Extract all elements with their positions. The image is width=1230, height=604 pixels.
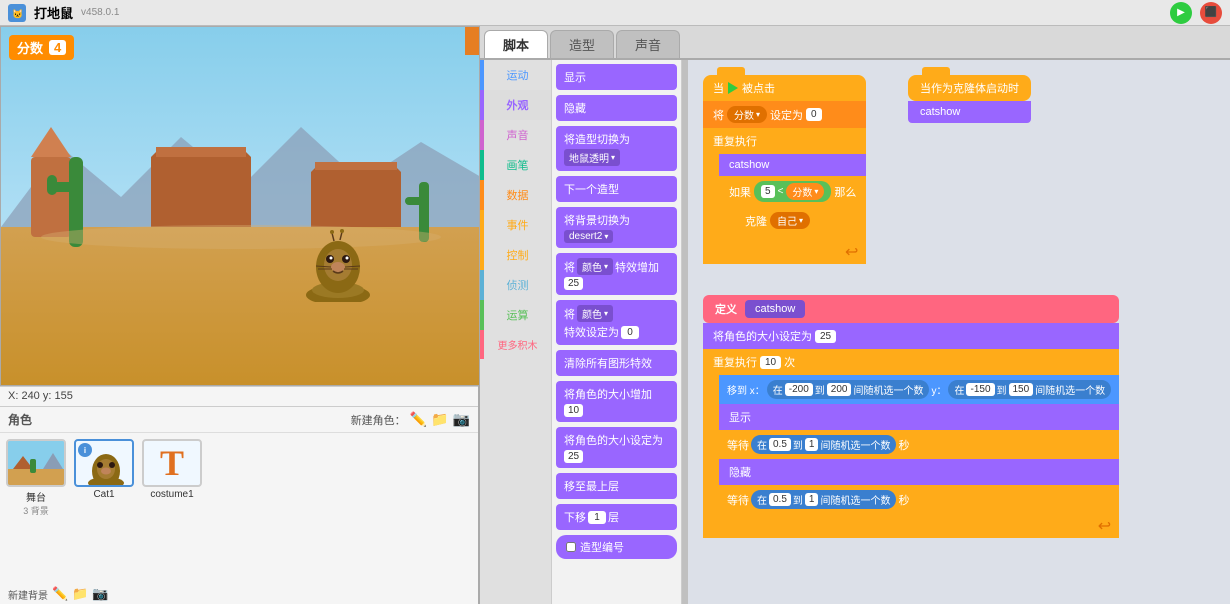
set-size-25: 将角色的大小设定为 25 [703,323,1119,349]
stage-sprite-name: 舞台 [26,489,46,504]
sprites-header: 角色 新建角色： ✏️ 📁 📷 [0,407,478,433]
wait-rand-block2: 等待 在 0.5 到 1 间随机选一个数 秒 [719,485,1119,514]
block-clear-effects[interactable]: 清除所有图形特效 [556,350,677,376]
block-set-effect[interactable]: 将 颜色 特效设定为 0 [556,300,677,345]
orange-corner [465,27,479,55]
script-clone-hat: 当作为克隆体启动时 catshow [908,75,1031,123]
score-badge: 分数 4 [9,35,74,60]
new-backdrop-label: 新建背景 [8,587,48,602]
brush-icon[interactable]: ✏️ [410,411,427,428]
show-block-inner: 显示 [719,404,1119,430]
cat1-sprite-name: Cat1 [93,489,114,500]
palette-and-scripts: 运动 外观 声音 画笔 数据 事件 控制 侦测 运算 更多积木 显示 隐藏 [480,60,1230,604]
block-next-costume[interactable]: 下一个造型 [556,176,677,202]
camera-icon[interactable]: 📷 [453,411,470,428]
cat-control[interactable]: 控制 [480,240,551,270]
stage-img [6,439,66,487]
app-version: v458.0.1 [81,7,119,18]
score-label: 分数 [17,38,43,57]
script-flag-hat: 当 被点击 将 分数▾ 设定为 0 [703,75,866,264]
app: 🐱 打地鼠 v458.0.1 ▶ ⬛ 分数 4 [0,0,1230,604]
stop-icon: ⬛ [1205,7,1217,18]
mole-character [306,227,371,305]
run-button[interactable]: ▶ [1170,2,1192,24]
titlebar: 🐱 打地鼠 v458.0.1 ▶ ⬛ [0,0,1230,26]
define-block: 定义 catshow [703,295,1119,323]
coordinates-bar: X: 240 y: 155 [0,386,478,406]
block-change-size[interactable]: 将角色的大小增加 10 [556,381,677,422]
move-xy-block: 移到 x： 在 -200 到 200 间随机选一个数 y： [719,375,1119,404]
cat-sound[interactable]: 声音 [480,120,551,150]
cat-motion[interactable]: 运动 [480,60,551,90]
stage-sprite-sub: 3 背景 [23,504,49,517]
sprites-label: 角色 [8,411,32,428]
sprites-panel: 角色 新建角色： ✏️ 📁 📷 [0,406,478,604]
flag-icon [728,82,738,94]
upload-icon[interactable]: 📁 [431,411,448,428]
block-go-front[interactable]: 移至最上层 [556,473,677,499]
scripts-canvas[interactable]: 当 被点击 将 分数▾ 设定为 0 [688,60,1230,604]
tab-scripts[interactable]: 脚本 [484,30,548,58]
score-value: 4 [49,40,66,55]
block-switch-costume[interactable]: 将造型切换为 地鼠透明 [556,126,677,171]
cat-event[interactable]: 事件 [480,210,551,240]
svg-text:🐱: 🐱 [12,9,23,19]
backdrop-brush-icon[interactable]: ✏️ [52,586,68,602]
content: 分数 4 [0,26,1230,604]
forever-block: 重复执行 catshow 如果 5 < [703,128,866,264]
clone-catshow-block: catshow [908,101,1031,123]
sprites-grid: 舞台 3 背景 i [0,433,478,523]
blocks-col: 显示 隐藏 将造型切换为 地鼠透明 下一个造型 将背景切换为 desert2 将… [552,60,682,604]
wait-rand-block: 等待 在 0.5 到 1 间随机选一个数 秒 [719,430,1119,459]
block-switch-bg[interactable]: 将背景切换为 desert2 [556,207,677,248]
repeat-10-block: 重复执行 10 次 移到 x： 在 -200 到 [703,349,1119,538]
right-section: 脚本 造型 声音 运动 外观 声音 画笔 数据 事件 控制 [480,26,1230,604]
hide-block-inner: 隐藏 [719,459,1119,485]
stage-background [1,27,480,386]
coords-text: X: 240 y: 155 [8,390,73,402]
cat-op[interactable]: 运算 [480,300,551,330]
cat-pen[interactable]: 画笔 [480,150,551,180]
stop-button[interactable]: ⬛ [1200,2,1222,24]
new-sprite-label: 新建角色： [351,412,406,428]
backdrop-upload-icon[interactable]: 📁 [72,586,88,602]
block-show[interactable]: 显示 [556,64,677,90]
block-change-effect[interactable]: 将 颜色 特效增加 25 [556,253,677,295]
clone-block: 克隆 自己▾ [735,207,866,234]
app-icon: 🐱 [8,4,26,22]
set-score-block: 将 分数▾ 设定为 0 [703,101,866,128]
tab-bar: 脚本 造型 声音 [480,26,1230,60]
cat-more[interactable]: 更多积木 [480,330,551,359]
block-set-size[interactable]: 将角色的大小设定为 25 [556,427,677,468]
stage: 分数 4 [0,26,480,386]
costume-num-checkbox[interactable] [566,542,576,552]
catshow-call-block: catshow [719,154,866,176]
stage-sprite-thumb[interactable]: 舞台 3 背景 [6,439,66,517]
new-backdrop-section: 新建背景 ✏️ 📁 📷 [0,584,478,604]
backdrop-camera-icon[interactable]: 📷 [92,586,108,602]
cat-looks[interactable]: 外观 [480,90,551,120]
category-col: 运动 外观 声音 画笔 数据 事件 控制 侦测 运算 更多积木 [480,60,552,604]
costume1-sprite-thumb[interactable]: T costume1 [142,439,202,500]
cat1-sprite-thumb[interactable]: i Cat1 [74,439,134,500]
cat-sense[interactable]: 侦测 [480,270,551,300]
script-define-catshow: 定义 catshow 将角色的大小设定为 25 重复执行 10 [703,295,1119,538]
left-section: 分数 4 [0,26,480,604]
costume1-img: T [142,439,202,487]
cat-data[interactable]: 数据 [480,180,551,210]
sprites-title: 角色 [8,413,32,427]
tab-costumes[interactable]: 造型 [550,30,614,58]
repeat-arrow: ↩ [1098,518,1111,535]
new-sprite-controls: 新建角色： ✏️ 📁 📷 [351,411,470,428]
run-icon: ▶ [1177,7,1185,18]
if-block: 如果 5 < 分数▾ 那么 克 [703,176,866,240]
block-go-back[interactable]: 下移 1 层 [556,504,677,530]
tab-sounds[interactable]: 声音 [616,30,680,58]
cat1-img: i [74,439,134,487]
forever-arrow: ↩ [845,244,858,261]
costume1-sprite-name: costume1 [150,489,193,500]
block-hide[interactable]: 隐藏 [556,95,677,121]
app-title-text: 打地鼠 [34,3,73,22]
block-costume-num[interactable]: 造型编号 [556,535,677,559]
